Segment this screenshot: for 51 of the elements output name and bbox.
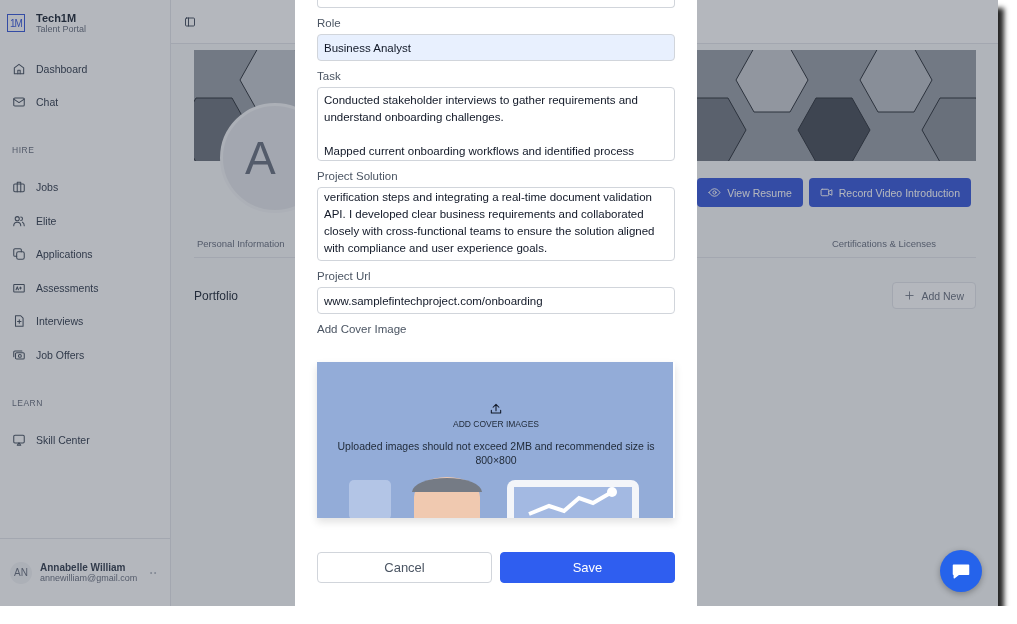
sidebar-item[interactable]: Skill Center — [0, 422, 170, 457]
home-icon — [12, 61, 26, 76]
sidebar-item[interactable]: Jobs — [0, 170, 170, 204]
users-icon — [12, 213, 26, 228]
upload-hint: Uploaded images should not exceed 2MB and recommended size is 800×800 — [336, 439, 656, 467]
cash-icon — [12, 347, 26, 362]
add-new-button[interactable]: Add New — [892, 282, 976, 309]
sidebar-item[interactable]: Applications — [0, 237, 170, 271]
profile-button[interactable]: Record Video Introduction — [808, 178, 971, 207]
user-name: Annabelle William — [40, 562, 127, 573]
sidebar-item[interactable]: Interviews — [0, 304, 170, 339]
sidebar-item[interactable]: Elite — [0, 203, 170, 238]
upload-title: ADD COVER IMAGES — [453, 419, 539, 429]
input-field[interactable] — [317, 0, 675, 8]
text-area[interactable]: Conducted stakeholder interviews to gather requirements and understand onboarding challenges. Mapped current onboarding workflows and identified process — [317, 87, 675, 161]
sidebar-toggle-icon — [184, 15, 196, 28]
eye-icon — [708, 186, 722, 199]
sidebar-item[interactable]: Job Offers — [0, 338, 170, 372]
section-heading: HIRE — [11, 144, 36, 158]
input-field[interactable]: www.samplefintechproject.com/onboarding — [317, 287, 675, 314]
tab[interactable]: Personal Information — [197, 238, 285, 257]
sidebar-item[interactable]: Dashboard — [0, 52, 170, 86]
brand-name: Tech1M — [36, 12, 78, 24]
field-label: Project Url — [317, 270, 372, 282]
cancel-button[interactable]: Cancel — [317, 552, 492, 583]
field-label: Role — [317, 17, 342, 29]
sidebar-item[interactable]: Chat — [0, 85, 170, 120]
copy-icon — [12, 247, 26, 262]
sidebar-item[interactable]: Assessments — [0, 270, 170, 305]
logo: 1M — [7, 14, 25, 32]
video-camera-icon — [819, 186, 833, 199]
field-label: Task — [317, 70, 342, 82]
plus-icon — [904, 290, 916, 301]
section-title: Portfolio — [194, 288, 239, 303]
input-field[interactable]: Business Analyst — [317, 34, 675, 61]
add-document-icon — [12, 314, 26, 329]
upload-icon — [489, 402, 503, 416]
brand-subtitle: Talent Portal — [36, 24, 87, 34]
profile-button[interactable]: View Resume — [697, 178, 803, 207]
text-area[interactable]: verification steps and integrating a real-time document validation API. I developed clear business requirements and collaborated closely with cross-functional teams to ensure the solution aligned with compliance and user experience goals. — [317, 187, 675, 261]
briefcase-icon — [12, 180, 26, 194]
tab[interactable]: Certifications & Licenses — [831, 238, 936, 257]
monitor-icon — [12, 432, 26, 447]
user-avatar: AN — [10, 561, 32, 584]
chat-bubble-icon — [951, 561, 971, 581]
section-heading: LEARN — [11, 396, 44, 410]
mail-icon — [12, 95, 26, 110]
field-label: Add Cover Image — [317, 323, 408, 335]
image-upload-area[interactable]: ADD COVER IMAGES Uploaded images should not exceed 2MB and recommended size is 800×800 — [317, 362, 675, 518]
save-button[interactable]: Save — [500, 552, 675, 583]
user-email: annewilliam@gmail.com — [40, 573, 138, 583]
